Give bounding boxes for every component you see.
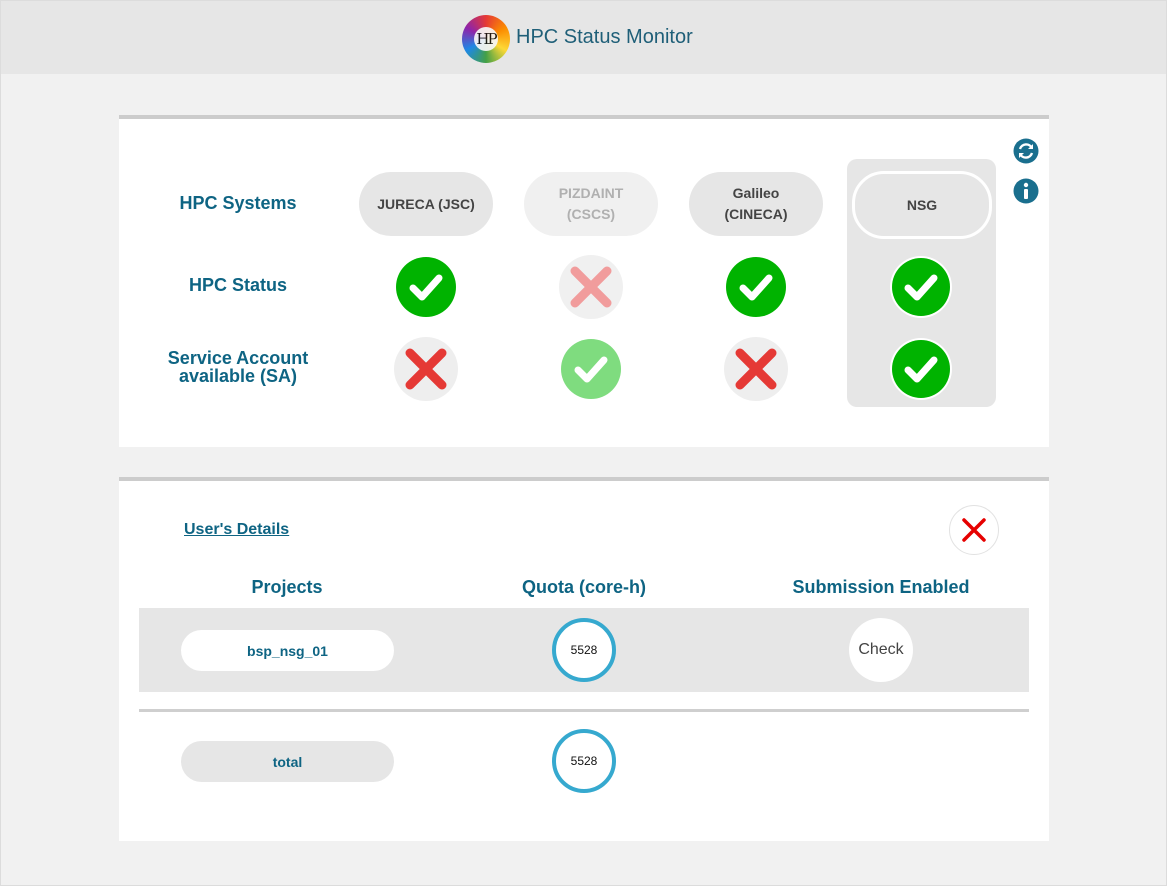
check-icon [889,337,953,401]
logo-text: HP [474,27,498,51]
system-pill-galileo[interactable]: Galileo (CINECA) [689,172,823,236]
divider [139,709,1029,712]
system-pill-jureca[interactable]: JURECA (JSC) [359,172,493,236]
project-name: bsp_nsg_01 [181,630,394,671]
table-row: bsp_nsg_01 5528 Check [139,608,1029,692]
user-details-card: User's Details Projects Quota (core-h) S… [119,477,1049,841]
app-header: HP HPC Status Monitor [1,1,1166,74]
check-button[interactable]: Check [849,618,913,682]
column-header-submission: Submission Enabled [792,577,970,597]
row-label-systems: HPC Systems [179,193,297,213]
check-icon [724,255,788,319]
row-label-status: HPC Status [188,275,287,295]
total-label: total [181,741,394,782]
check-icon [559,337,623,401]
info-icon[interactable] [1013,178,1039,204]
close-icon[interactable] [949,505,999,555]
total-quota-value: 5528 [552,729,616,793]
hpc-systems-card: HPC Systems HPC Status Service Account a… [119,115,1049,447]
system-pill-nsg[interactable]: NSG [852,171,992,239]
column-header-projects: Projects [251,577,323,597]
cross-icon [724,337,788,401]
users-details-link[interactable]: User's Details [184,521,289,539]
hbp-logo: HP [462,15,510,63]
row-label-service-account: Service Account available (SA) [167,348,309,386]
app-title: HPC Status Monitor [516,26,693,48]
column-header-quota: Quota (core-h) [522,577,646,597]
system-pill-pizdaint[interactable]: PIZDAINT (CSCS) [524,172,658,236]
check-icon [394,255,458,319]
quota-value: 5528 [552,618,616,682]
refresh-icon[interactable] [1013,138,1039,164]
cross-icon [394,337,458,401]
cross-icon [559,255,623,319]
check-icon [889,255,953,319]
